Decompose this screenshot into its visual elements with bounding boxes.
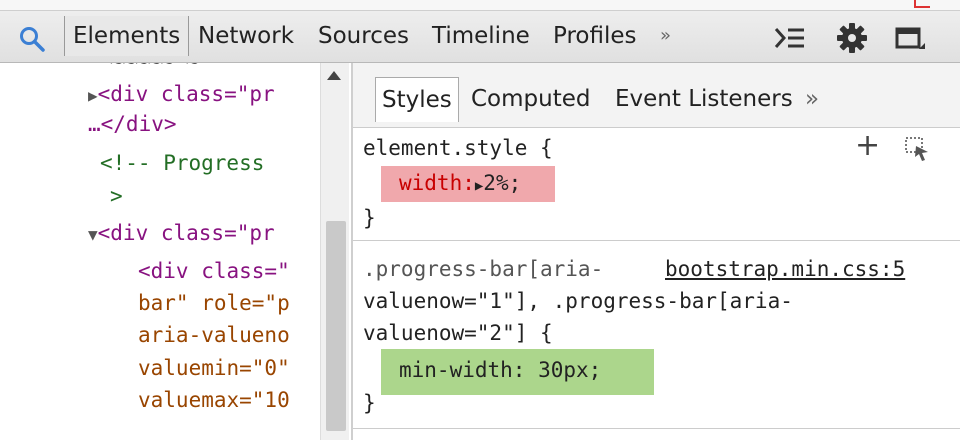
- dom-tree: ~~~~~ ~ ▶<div class="pr …</div> <!-- Pro…: [0, 63, 352, 440]
- add-rule-button[interactable]: +: [855, 128, 880, 163]
- rule-selector-line: valuenow="1"], .progress-bar[aria-: [363, 289, 793, 313]
- tab-computed[interactable]: Computed: [471, 77, 590, 121]
- expand-triangle-icon[interactable]: ▶: [88, 86, 98, 105]
- dom-attr-line: valuemax="10: [138, 388, 290, 412]
- more-sidebar-tabs-button[interactable]: »: [805, 77, 819, 121]
- styles-sidebar: Styles Computed Event Listeners » elemen…: [353, 63, 960, 440]
- dom-node[interactable]: ▼<div class="pr: [88, 218, 275, 250]
- dock-icon[interactable]: [890, 20, 930, 56]
- search-icon[interactable]: [14, 22, 50, 56]
- dom-attr-line: valuemin="0": [138, 356, 290, 380]
- property-width[interactable]: width:▶2%;: [399, 171, 521, 195]
- sidebar-tabs: Styles Computed Event Listeners »: [353, 63, 960, 128]
- source-link[interactable]: bootstrap.min.css:5: [665, 257, 905, 281]
- dom-node-close: …</div>: [88, 112, 177, 136]
- rule-close: }: [363, 391, 376, 415]
- dom-node-text: <div class="pr: [97, 221, 275, 245]
- scroll-up-icon[interactable]: [327, 71, 341, 80]
- console-drawer-icon[interactable]: [770, 20, 810, 56]
- gear-icon[interactable]: [832, 18, 872, 58]
- property-min-width[interactable]: min-width: 30px;: [399, 358, 601, 382]
- rule-selector: .progress-bar[aria-: [363, 257, 604, 281]
- top-strip: [0, 0, 960, 11]
- rule-selector: element.style {: [363, 136, 553, 160]
- collapse-triangle-icon[interactable]: ▼: [88, 225, 98, 244]
- dom-child-node[interactable]: <div class=": [138, 256, 290, 286]
- tab-timeline[interactable]: Timeline: [432, 16, 530, 56]
- tab-elements[interactable]: Elements: [64, 16, 190, 56]
- dom-node[interactable]: ▶<div class="pr: [88, 79, 275, 111]
- dom-attr-line: bar" role="p: [138, 291, 290, 315]
- devtools-toolbar: Elements Network Sources Timeline Profil…: [0, 0, 960, 63]
- dom-node-text: <div class="pr: [97, 82, 275, 106]
- property-name: width:: [399, 171, 475, 195]
- dom-comment[interactable]: <!-- Progress: [100, 148, 264, 178]
- tab-event-listeners[interactable]: Event Listeners: [615, 77, 793, 121]
- tab-sources[interactable]: Sources: [318, 16, 409, 56]
- rule-selector-line: valuenow="2"] {: [363, 321, 553, 345]
- scroll-thumb[interactable]: [326, 221, 346, 431]
- css-rule: .progress-bar[aria- bootstrap.min.css:5 …: [353, 243, 960, 429]
- tab-network[interactable]: Network: [198, 16, 294, 56]
- tab-profiles[interactable]: Profiles: [553, 16, 637, 56]
- tab-styles[interactable]: Styles: [375, 77, 459, 122]
- dom-line-clipped: ~~~~~ ~: [110, 63, 199, 77]
- dom-comment-end: >: [110, 184, 123, 208]
- element-state-icon[interactable]: [901, 134, 933, 164]
- more-tabs-button[interactable]: »: [660, 16, 671, 56]
- dom-attr-line: aria-valueno: [138, 323, 290, 347]
- close-corner: [914, 0, 930, 8]
- property-value[interactable]: 2%;: [483, 171, 521, 195]
- rule-close: }: [363, 206, 376, 230]
- element-style-rule: element.style { + width:▶2%; }: [353, 128, 960, 241]
